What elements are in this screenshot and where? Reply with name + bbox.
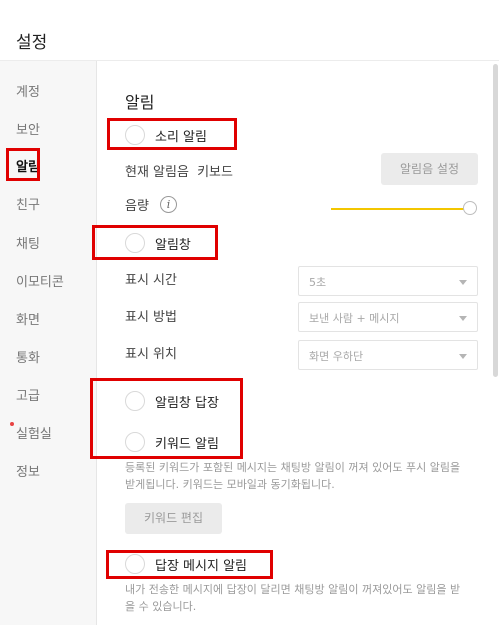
info-icon[interactable]: i: [160, 196, 177, 213]
sound-alert-toggle[interactable]: 소리 알림: [125, 125, 207, 145]
display-position-value: 화면 우하단: [309, 350, 364, 363]
chevron-down-icon: [459, 280, 467, 285]
display-time-value: 5초: [309, 276, 327, 289]
section-title: 알림: [125, 93, 155, 112]
current-sound-row: 현재 알림음 키보드: [125, 161, 233, 180]
volume-label: 음량: [125, 199, 149, 214]
sound-alert-checkbox[interactable]: [125, 125, 145, 145]
display-method-select[interactable]: 보낸 사람 + 메시지: [298, 302, 478, 332]
sidebar-item-info[interactable]: 정보: [16, 461, 40, 480]
sidebar-item-advanced[interactable]: 고급: [16, 385, 40, 404]
display-position-select[interactable]: 화면 우하단: [298, 340, 478, 370]
sidebar-item-notifications[interactable]: 알림: [16, 156, 40, 175]
title-bar: 설정: [0, 0, 499, 61]
alert-window-checkbox[interactable]: [125, 233, 145, 253]
volume-slider-thumb[interactable]: [463, 201, 477, 215]
display-method-label: 표시 방법: [125, 310, 177, 325]
chevron-down-icon: [459, 316, 467, 321]
display-time-label: 표시 시간: [125, 273, 177, 288]
current-sound-label: 현재 알림음: [125, 165, 189, 180]
sound-alert-label: 소리 알림: [155, 129, 207, 145]
alert-reply-label: 알림창 답장: [155, 395, 219, 411]
sidebar-item-account[interactable]: 계정: [16, 81, 40, 100]
settings-sidebar: 계정 보안 알림 친구 채팅 이모티콘 화면 통화 고급 실험실 정보: [0, 61, 97, 625]
sidebar-item-display[interactable]: 화면: [16, 309, 40, 328]
reply-message-alert-checkbox[interactable]: [125, 554, 145, 574]
sidebar-item-chat[interactable]: 채팅: [16, 233, 40, 252]
new-badge-dot: [10, 422, 14, 426]
sidebar-item-security[interactable]: 보안: [16, 119, 40, 138]
sidebar-item-labs[interactable]: 실험실: [10, 422, 52, 442]
display-time-select[interactable]: 5초: [298, 266, 478, 296]
sidebar-item-call[interactable]: 통화: [16, 347, 40, 366]
keyword-edit-button[interactable]: 키워드 편집: [125, 503, 222, 534]
keyword-alert-checkbox[interactable]: [125, 432, 145, 452]
sidebar-item-friends[interactable]: 친구: [16, 194, 40, 213]
display-method-value: 보낸 사람 + 메시지: [309, 312, 400, 325]
keyword-alert-toggle[interactable]: 키워드 알림: [125, 432, 219, 452]
scrollbar-thumb[interactable]: [493, 64, 498, 377]
keyword-alert-label: 키워드 알림: [155, 436, 219, 452]
reply-message-alert-label: 답장 메시지 알림: [155, 558, 247, 574]
alert-window-label: 알림창: [155, 237, 191, 253]
volume-slider-track[interactable]: [331, 208, 467, 210]
keyword-alert-description: 등록된 키워드가 포함된 메시지는 채팅방 알림이 꺼져 있어도 푸시 알림을 …: [125, 461, 461, 491]
alert-reply-toggle[interactable]: 알림창 답장: [125, 391, 219, 411]
sound-settings-button[interactable]: 알림음 설정: [381, 153, 478, 185]
sidebar-item-emoticon[interactable]: 이모티콘: [16, 271, 64, 290]
chevron-down-icon: [459, 354, 467, 359]
reply-message-alert-description: 내가 전송한 메시지에 답장이 달리면 채팅방 알림이 꺼져있어도 알림을 받을…: [125, 583, 461, 613]
notification-settings-panel: 알림 소리 알림 현재 알림음 키보드 알림음 설정 음량 i 알림창 표시 시…: [97, 61, 489, 625]
alert-reply-checkbox[interactable]: [125, 391, 145, 411]
display-position-label: 표시 위치: [125, 347, 177, 362]
current-sound-value: 키보드: [197, 165, 233, 180]
sidebar-item-label: 실험실: [16, 427, 52, 442]
alert-window-toggle[interactable]: 알림창: [125, 233, 191, 253]
window-title: 설정: [16, 33, 48, 53]
reply-message-alert-toggle[interactable]: 답장 메시지 알림: [125, 554, 247, 574]
